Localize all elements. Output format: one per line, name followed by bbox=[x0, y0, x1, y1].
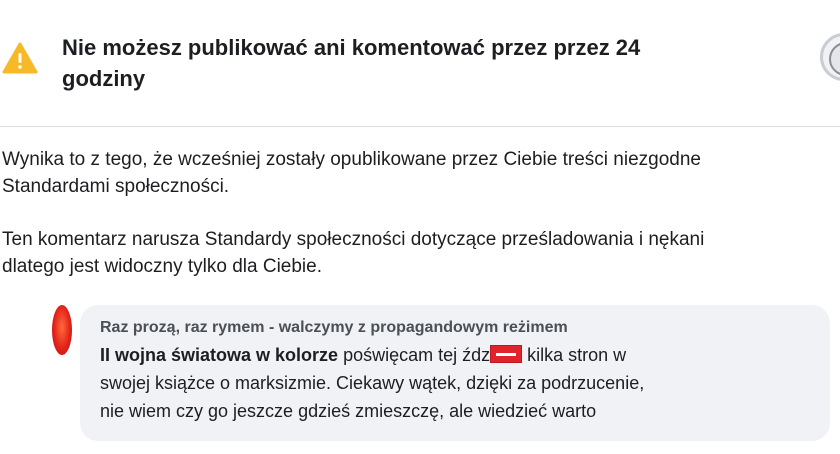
dialog-title: Nie możesz publikować ani komentować prz… bbox=[62, 32, 782, 94]
comment-line-3: nie wiem czy go jeszcze gdzieś zmieszczę… bbox=[100, 401, 597, 421]
explanation-paragraph: Wynika to z tego, że wcześniej zostały o… bbox=[2, 146, 840, 200]
explanation-line-2: Standardami społeczności. bbox=[2, 176, 230, 197]
comment-text-part-2: kilka stron w bbox=[522, 345, 627, 365]
violation-line-2: dlatego jest widoczny tylko dla Ciebie. bbox=[2, 256, 323, 277]
dialog-header: Nie możesz publikować ani komentować prz… bbox=[0, 0, 840, 126]
dialog-title-line-2: godziny bbox=[62, 66, 146, 91]
restriction-dialog: Nie możesz publikować ani komentować prz… bbox=[0, 0, 840, 454]
violation-line-1: Ten komentarz narusza Standardy społeczn… bbox=[2, 229, 705, 250]
comment-author[interactable]: Raz prozą, raz rymem - walczymy z propag… bbox=[100, 318, 568, 338]
warning-icon bbox=[2, 42, 38, 74]
explanation-line-1: Wynika to z tego, że wcześniej zostały o… bbox=[2, 149, 701, 170]
dialog-title-line-1: Nie możesz publikować ani komentować prz… bbox=[62, 35, 641, 60]
avatar[interactable] bbox=[52, 305, 72, 355]
tagged-page-link[interactable]: II wojna światowa w kolorze bbox=[100, 345, 338, 365]
close-icon bbox=[829, 42, 840, 76]
violation-paragraph: Ten komentarz narusza Standardy społeczn… bbox=[2, 226, 840, 280]
comment-line-2: swojej książce o marksizmie. Ciekawy wąt… bbox=[100, 373, 645, 393]
comment-text-part-1: poświęcam tej źdz bbox=[338, 345, 491, 365]
header-divider bbox=[0, 126, 840, 127]
comment-line-1: II wojna światowa w kolorze poświęcam te… bbox=[100, 342, 626, 368]
close-button[interactable] bbox=[820, 33, 840, 81]
redaction-mark bbox=[490, 345, 523, 363]
